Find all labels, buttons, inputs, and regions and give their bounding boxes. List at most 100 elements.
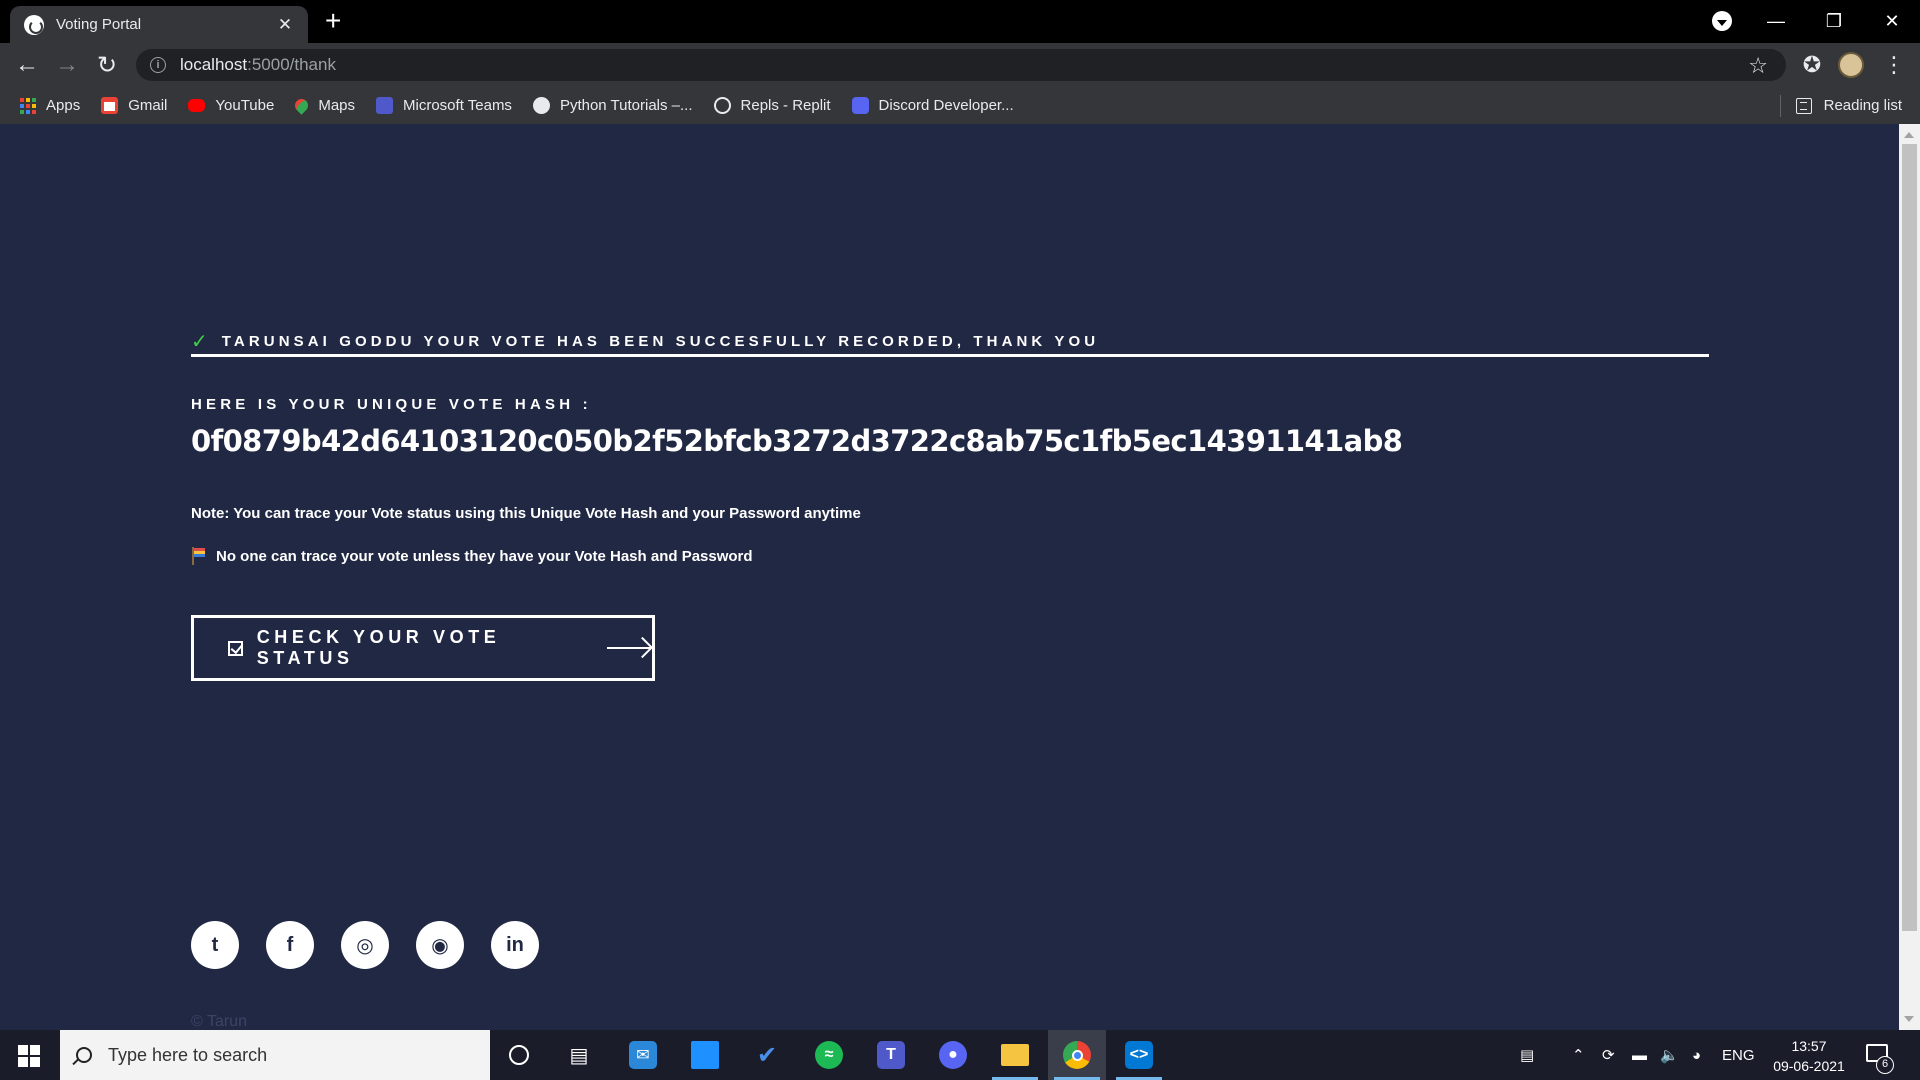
restore-button[interactable]: ❐ <box>1805 0 1863 43</box>
bookmark-youtube[interactable]: YouTube <box>188 97 274 114</box>
tab-favicon-icon <box>24 14 44 35</box>
bookmark-gmail[interactable]: Gmail <box>101 97 167 114</box>
bookmark-label: Repls - Replit <box>740 97 831 114</box>
linkedin-icon[interactable]: in <box>491 921 539 969</box>
site-info-icon[interactable]: i <box>150 57 166 73</box>
file-explorer-icon[interactable] <box>986 1030 1044 1080</box>
bookmark-apps[interactable]: Apps <box>20 97 80 114</box>
page-scrollbar[interactable] <box>1899 124 1920 1030</box>
arrow-right-icon <box>607 638 652 658</box>
bookmark-maps[interactable]: Maps <box>292 96 356 115</box>
apps-grid-icon <box>20 97 36 114</box>
battery-icon[interactable]: ▬ <box>1632 1030 1647 1080</box>
vote-hash-value[interactable]: 0f0879b42d64103120c050b2f52bfcb3272d3722… <box>191 424 1403 458</box>
search-placeholder: Type here to search <box>108 1044 268 1065</box>
todo-icon[interactable]: ✔ <box>738 1030 796 1080</box>
show-hidden-icons[interactable]: ⌃ <box>1572 1030 1585 1080</box>
twitter-icon[interactable]: t <box>191 921 239 969</box>
scroll-thumb[interactable] <box>1902 144 1917 931</box>
taskbar-search-box[interactable]: Type here to search <box>60 1030 490 1080</box>
forward-button[interactable]: → <box>51 49 83 81</box>
bookmark-star-icon[interactable]: ☆ <box>1748 53 1768 79</box>
gmail-icon <box>101 97 119 114</box>
windows-taskbar: Type here to search ▤ ✉ ✔ ≈ T ● <> ▤ ⌃ ⟳… <box>0 1030 1920 1080</box>
clock-date: 09-06-2021 <box>1773 1058 1845 1074</box>
bookmark-label: Python Tutorials –... <box>559 97 693 114</box>
task-view-icon[interactable]: ▤ <box>550 1030 608 1080</box>
maps-icon <box>292 96 312 115</box>
minimize-button[interactable]: — <box>1747 0 1805 43</box>
hash-label: HERE IS YOUR UNIQUE VOTE HASH : <box>191 396 592 413</box>
cta-label: CHECK YOUR VOTE STATUS <box>256 627 501 668</box>
page-viewport: ✓ TARUNSAI GODDU YOUR VOTE HAS BEEN SUCC… <box>0 124 1899 1030</box>
windows-start-icon[interactable] <box>18 1045 40 1067</box>
facebook-icon[interactable]: f <box>266 921 314 969</box>
tab-search-icon[interactable] <box>1712 11 1732 31</box>
back-button[interactable]: ← <box>11 49 43 81</box>
cortana-icon[interactable] <box>490 1030 548 1080</box>
spotify-icon[interactable]: ≈ <box>800 1030 858 1080</box>
trace-note: Note: You can trace your Vote status usi… <box>191 505 861 522</box>
reading-list-button[interactable]: Reading list <box>1795 87 1902 124</box>
volume-icon[interactable]: 🔈 <box>1660 1030 1679 1080</box>
search-icon <box>76 1047 92 1063</box>
wifi-icon[interactable]: ◕ <box>1692 1030 1701 1080</box>
mail-icon[interactable]: ✉ <box>614 1030 672 1080</box>
extensions-puzzle-icon[interactable]: ✪ <box>1798 51 1826 79</box>
replit-icon <box>713 97 731 114</box>
teams-taskbar-icon[interactable]: T <box>862 1030 920 1080</box>
check-vote-status-button[interactable]: CHECK YOUR VOTE STATUS <box>191 615 655 681</box>
bookmark-python-tutorials[interactable]: Python Tutorials –... <box>532 97 693 114</box>
copyright: © Tarun <box>191 1013 247 1030</box>
bookmark-label: YouTube <box>215 97 275 114</box>
success-text: TARUNSAI GODDU YOUR VOTE HAS BEEN SUCCES… <box>221 333 1100 350</box>
privacy-note: No one can trace your vote unless they h… <box>191 547 753 565</box>
system-clock[interactable]: 13:57 09-06-2021 <box>1764 1036 1854 1076</box>
github-icon[interactable]: ◉ <box>416 921 464 969</box>
bookmarks-bar: Apps Gmail YouTube Maps Microsoft Teams … <box>0 87 1920 124</box>
divider-line <box>191 354 1709 357</box>
close-window-button[interactable]: ✕ <box>1863 0 1920 43</box>
instagram-icon[interactable]: ◎ <box>341 921 389 969</box>
menu-kebab-icon[interactable]: ⋮ <box>1880 51 1908 79</box>
bookmark-label: Discord Developer... <box>878 97 1014 114</box>
scroll-up-arrow-icon[interactable] <box>1904 132 1914 138</box>
bookmark-discord[interactable]: Discord Developer... <box>851 97 1014 114</box>
notification-badge: 6 <box>1876 1056 1894 1074</box>
reload-button[interactable]: ↻ <box>91 49 123 81</box>
discord-icon <box>851 97 869 114</box>
chrome-icon[interactable] <box>1048 1030 1106 1080</box>
checkbox-icon <box>228 640 243 656</box>
bookmark-replit[interactable]: Repls - Replit <box>713 97 831 114</box>
browser-tab[interactable]: Voting Portal ✕ <box>10 6 308 43</box>
tab-close-icon[interactable]: ✕ <box>274 15 296 35</box>
tab-title: Voting Portal <box>56 16 142 33</box>
url-host: localhost <box>180 55 248 74</box>
profile-avatar[interactable] <box>1838 52 1864 78</box>
python-icon <box>532 97 550 114</box>
url-path: :5000/thank <box>247 55 336 74</box>
bookmark-label: Maps <box>318 97 356 114</box>
reading-list-label: Reading list <box>1823 97 1902 114</box>
scroll-down-arrow-icon[interactable] <box>1904 1016 1914 1022</box>
reading-list-icon <box>1795 97 1812 114</box>
youtube-icon <box>188 99 206 112</box>
sync-icon[interactable]: ⟳ <box>1602 1030 1615 1080</box>
browser-titlebar: Voting Portal ✕ + — ❐ ✕ <box>0 0 1920 43</box>
language-indicator[interactable]: ENG <box>1722 1030 1755 1080</box>
checkmark-icon: ✓ <box>191 331 208 353</box>
bookmark-label: Gmail <box>128 97 168 114</box>
desktop-icon[interactable] <box>676 1030 734 1080</box>
new-tab-button[interactable]: + <box>325 7 341 35</box>
bookmarks-divider <box>1780 95 1781 117</box>
address-bar[interactable]: i localhost:5000/thank ☆ <box>136 49 1786 81</box>
discord-taskbar-icon[interactable]: ● <box>924 1030 982 1080</box>
bookmark-teams[interactable]: Microsoft Teams <box>376 97 512 114</box>
success-message: ✓ TARUNSAI GODDU YOUR VOTE HAS BEEN SUCC… <box>191 329 1099 354</box>
teams-icon <box>376 97 394 114</box>
bookmark-label: Microsoft Teams <box>403 97 512 114</box>
privacy-note-text: No one can trace your vote unless they h… <box>216 547 753 565</box>
news-widget-icon[interactable]: ▤ <box>1520 1030 1534 1080</box>
vscode-icon[interactable]: <> <box>1110 1030 1168 1080</box>
bookmark-label: Apps <box>46 97 81 114</box>
